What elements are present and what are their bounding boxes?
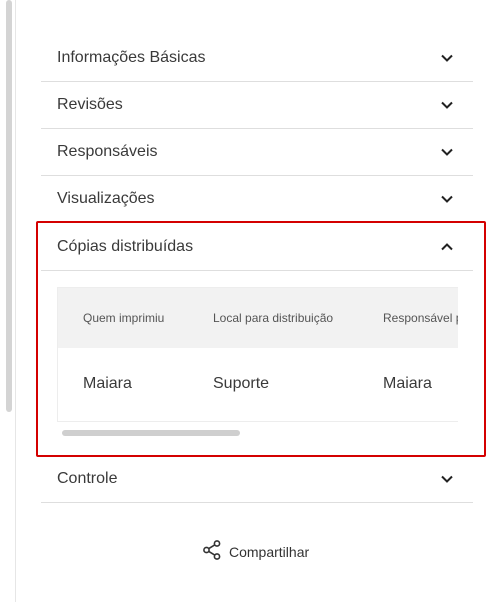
accordion-label: Informações Básicas (57, 49, 206, 66)
table-row[interactable]: Maiara Suporte Maiara (58, 348, 458, 420)
table-cell: Maiara (383, 375, 432, 392)
share-icon (203, 540, 221, 563)
accordion-label: Controle (57, 470, 118, 487)
chevron-up-icon (437, 237, 457, 257)
share-button[interactable]: Compartilhar (203, 540, 309, 563)
column-header[interactable]: Local para distribuição (188, 311, 358, 325)
accordion-body: Quem imprimiu Local para distribuição Re… (41, 271, 473, 456)
accordion-label: Responsáveis (57, 143, 158, 160)
accordion-label: Visualizações (57, 190, 155, 207)
column-header[interactable]: Quem imprimiu (58, 311, 188, 325)
distributed-copies-table: Quem imprimiu Local para distribuição Re… (57, 287, 458, 422)
chevron-down-icon (437, 469, 457, 489)
accordion-controle[interactable]: Controle (41, 456, 473, 503)
accordion-responsaveis[interactable]: Responsáveis (41, 129, 473, 176)
chevron-down-icon (437, 48, 457, 68)
table-header-row: Quem imprimiu Local para distribuição Re… (58, 288, 458, 348)
accordion-header-copias-distribuidas[interactable]: Cópias distribuídas (41, 223, 473, 271)
column-header[interactable]: Responsável pela distribuição (358, 311, 458, 325)
chevron-down-icon (437, 189, 457, 209)
chevron-down-icon (437, 142, 457, 162)
accordion-label: Revisões (57, 96, 123, 113)
share-label: Compartilhar (229, 543, 310, 560)
accordion-panel: Informações Básicas Revisões Responsávei… (41, 35, 473, 503)
table-horizontal-scrollbar[interactable] (62, 430, 240, 436)
accordion-revisoes[interactable]: Revisões (41, 82, 473, 129)
table-cell: Maiara (83, 375, 132, 392)
accordion-informacoes-basicas[interactable]: Informações Básicas (41, 35, 473, 82)
page-scroll-track[interactable] (0, 0, 16, 602)
chevron-down-icon (437, 95, 457, 115)
accordion-visualizacoes[interactable]: Visualizações (41, 176, 473, 223)
accordion-label: Cópias distribuídas (57, 237, 194, 255)
accordion-copias-distribuidas: Cópias distribuídas Quem imprimiu Local … (41, 223, 473, 456)
page-scroll-thumb[interactable] (6, 0, 12, 412)
table-cell: Suporte (213, 375, 270, 392)
page: Informações Básicas Revisões Responsávei… (0, 0, 494, 602)
